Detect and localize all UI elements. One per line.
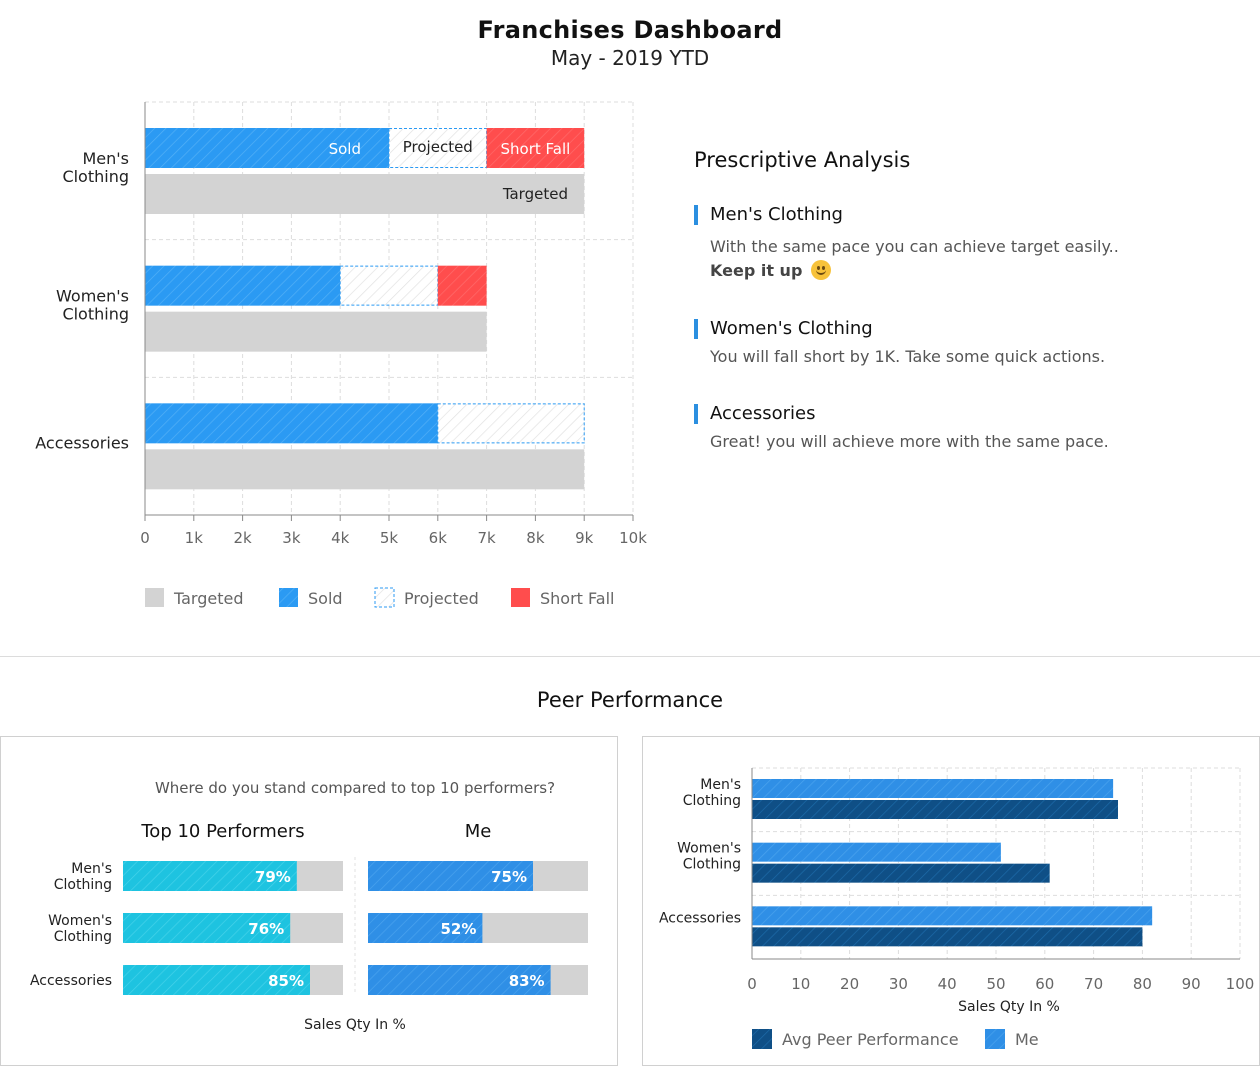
x-tick-label: 10: [791, 975, 810, 993]
section-divider: [0, 656, 1260, 657]
projected-bar: [339, 265, 439, 306]
x-tick-label: 100: [1226, 975, 1255, 993]
legend-swatch: [511, 588, 530, 607]
category-label: Women's: [677, 841, 741, 857]
legend-label: Short Fall: [540, 589, 614, 608]
avg-peer-chart: 0 10 20 30 40 50 60 70 80 90 100Men'sClothingWomen…: [659, 767, 1255, 1049]
x-axis-label: Sales Qty In %: [304, 1017, 406, 1033]
legend-swatch: [279, 588, 298, 607]
projected-bar: [437, 403, 585, 444]
me-bar: [752, 842, 1001, 862]
bar-value-label: 79%: [255, 868, 291, 886]
x-tick-label: 30: [889, 975, 908, 993]
category-label: Clothing: [683, 857, 741, 873]
analysis-text: You will fall short by 1K. Take some qui…: [710, 347, 1106, 366]
bar-value-label: 52%: [440, 920, 476, 938]
analysis-heading: Accessories: [694, 404, 1109, 424]
category-label: Men's: [700, 777, 741, 793]
x-tick-label: 2k: [233, 529, 252, 547]
short-fall-bar-label: Short Fall: [500, 140, 570, 158]
x-tick-label: 9k: [575, 529, 594, 547]
x-tick-label: 80: [1133, 975, 1152, 993]
top-performers-panel: Where do you stand compared to top 10 pe…: [0, 736, 618, 1066]
legend-label: Projected: [404, 589, 479, 608]
category-label: Clothing: [62, 167, 129, 186]
category-label: Women's: [56, 287, 129, 306]
x-axis-label: Sales Qty In %: [958, 999, 1060, 1015]
prescriptive-analysis-title: Prescriptive Analysis: [694, 148, 911, 172]
panel-heading: Me: [465, 821, 492, 842]
avg-peer-bar: [752, 927, 1143, 947]
legend-swatch: [752, 1029, 772, 1049]
bar-value-label: 85%: [268, 972, 304, 990]
avg-peer-panel: 0 10 20 30 40 50 60 70 80 90 100 Men's Clothing Women…: [642, 736, 1260, 1066]
panel-heading: Top 10 Performers: [140, 821, 304, 842]
avg-peer-bar: [752, 863, 1050, 883]
legend-swatch: [145, 588, 164, 607]
analysis-item-accessories: Accessories Great! you will achieve more…: [694, 404, 1109, 454]
category-label: Accessories: [30, 973, 112, 989]
legend-label: Me: [1015, 1030, 1039, 1049]
x-tick-label: 6k: [429, 529, 448, 547]
me-bar: [752, 906, 1153, 926]
category-label: Men's: [82, 149, 129, 168]
peer-performance-title: Peer Performance: [536, 688, 724, 712]
smiley-icon: [811, 260, 832, 280]
x-tick-label: 10k: [619, 529, 647, 547]
category-label: Clothing: [683, 793, 741, 809]
category-label: Clothing: [54, 877, 112, 893]
x-tick-label: 4k: [331, 529, 350, 547]
x-tick-label: 8k: [526, 529, 545, 547]
projected-bar-label: Projected: [403, 138, 473, 156]
sold-bar-label: Sold: [329, 140, 361, 158]
analysis-text-line: With the same pace you can achieve targe…: [710, 237, 1119, 256]
me-bar: [752, 779, 1114, 798]
x-tick-label: 20: [840, 975, 859, 993]
targeted-bar: [145, 311, 487, 352]
legend-label: Sold: [308, 589, 343, 608]
category-label: Accessories: [659, 910, 741, 926]
x-tick-label: 7k: [477, 529, 496, 547]
comparison-question: Where do you stand compared to top 10 pe…: [155, 779, 555, 797]
category-label: Women's: [48, 913, 112, 929]
franchise-sales-chart: 0 1k 2k 3k 4k 5k 6k 7k 8k 9k 10k Sold Projected Short…: [35, 101, 647, 608]
top-performers-chart: Where do you stand compared to top 10 pe…: [30, 779, 588, 1033]
bar-value-label: 83%: [509, 972, 545, 990]
analysis-item-mens: Men's Clothing With the same pace you ca…: [694, 205, 1119, 283]
sold-bar: [145, 403, 438, 444]
analysis-text: With the same pace you can achieve targe…: [694, 235, 1119, 283]
short-fall-bar: [437, 265, 487, 306]
analysis-item-womens: Women's Clothing You will fall short by …: [694, 319, 1105, 369]
legend-swatch: [374, 587, 395, 608]
x-tick-label: 70: [1084, 975, 1103, 993]
x-tick-label: 40: [938, 975, 957, 993]
x-tick-label: 90: [1182, 975, 1201, 993]
sold-bar: [145, 265, 341, 306]
targeted-bar: [145, 449, 585, 490]
analysis-heading: Women's Clothing: [694, 319, 1105, 339]
category-label: Accessories: [35, 433, 129, 452]
category-label: Clothing: [54, 929, 112, 945]
analysis-emphasis: Keep it up: [710, 261, 803, 280]
category-label: Men's: [71, 861, 112, 877]
x-tick-label: 1k: [185, 529, 204, 547]
x-tick-label: 5k: [380, 529, 399, 547]
legend-label: Targeted: [173, 589, 244, 608]
category-label: Clothing: [62, 305, 129, 324]
analysis-heading: Men's Clothing: [694, 205, 1119, 225]
x-tick-label: 0: [140, 529, 150, 547]
bar-value-label: 76%: [248, 920, 284, 938]
analysis-text: Great! you will achieve more with the sa…: [710, 432, 1109, 451]
x-tick-label: 60: [1035, 975, 1054, 993]
x-tick-label: 50: [986, 975, 1005, 993]
legend-swatch: [985, 1029, 1005, 1049]
bar-value-label: 75%: [491, 868, 527, 886]
avg-peer-bar: [752, 800, 1118, 819]
x-tick-label: 0: [747, 975, 757, 993]
dashboard-subtitle: May - 2019 YTD: [550, 46, 710, 70]
targeted-bar-label: Targeted: [502, 185, 568, 203]
x-tick-label: 3k: [282, 529, 301, 547]
legend-label: Avg Peer Performance: [782, 1030, 959, 1049]
dashboard-title: Franchises Dashboard: [477, 16, 783, 44]
